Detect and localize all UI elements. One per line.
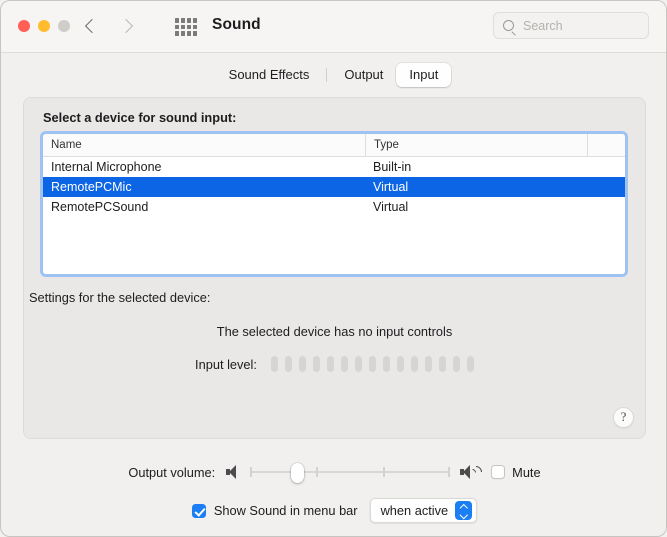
grid-dot	[193, 18, 197, 23]
grid-dot	[193, 25, 197, 30]
input-level-meter	[271, 356, 474, 372]
device-name: RemotePCMic	[43, 180, 365, 194]
device-table[interactable]: Name Type Internal Microphone Built-in R…	[43, 134, 625, 274]
show-sound-in-menubar-checkbox[interactable]	[192, 504, 206, 518]
device-list-focus-ring: Name Type Internal Microphone Built-in R…	[40, 131, 628, 277]
level-segment	[425, 356, 432, 372]
input-level-row: Input level:	[24, 356, 645, 372]
level-segment	[285, 356, 292, 372]
settings-label: Settings for the selected device:	[29, 290, 210, 305]
tab-input[interactable]: Input	[396, 63, 451, 87]
show-sound-in-menubar-label: Show Sound in menu bar	[214, 503, 358, 518]
output-volume-row: Output volume: Mute	[1, 463, 667, 481]
grid-dot	[181, 25, 185, 30]
window-titlebar: Sound	[1, 1, 666, 53]
slider-thumb[interactable]	[291, 463, 304, 483]
grid-dot	[175, 31, 179, 36]
popup-value: when active	[381, 503, 449, 518]
grid-dot	[187, 25, 191, 30]
level-segment	[369, 356, 376, 372]
tab-separator	[326, 68, 327, 82]
mute-control[interactable]: Mute	[491, 465, 540, 480]
grid-dot	[193, 31, 197, 36]
table-row[interactable]: RemotePCSound Virtual	[43, 197, 625, 217]
grid-dot	[187, 18, 191, 23]
grid-dot	[181, 18, 185, 23]
chevron-left-icon[interactable]	[82, 14, 100, 40]
level-segment	[383, 356, 390, 372]
level-segment	[313, 356, 320, 372]
device-type: Virtual	[365, 180, 587, 194]
content-panel: Select a device for sound input: Name Ty…	[23, 97, 646, 439]
input-level-label: Input level:	[195, 357, 257, 372]
tab-output[interactable]: Output	[331, 63, 396, 87]
menubar-visibility-popup[interactable]: when active	[370, 498, 478, 523]
speaker-high-icon	[459, 464, 475, 480]
device-name: Internal Microphone	[43, 160, 365, 174]
navigation-arrows	[82, 14, 136, 40]
slider-tick	[316, 467, 318, 477]
grid-dot	[187, 31, 191, 36]
table-empty-space	[43, 217, 625, 274]
level-segment	[327, 356, 334, 372]
output-volume-label: Output volume:	[128, 465, 215, 480]
column-header-extra[interactable]	[587, 134, 625, 156]
grid-dot	[175, 18, 179, 23]
device-type: Built-in	[365, 160, 587, 174]
chevron-up-down-icon[interactable]	[455, 501, 472, 520]
level-segment	[355, 356, 362, 372]
table-header-row: Name Type	[43, 134, 625, 157]
level-segment	[299, 356, 306, 372]
level-segment	[467, 356, 474, 372]
level-segment	[411, 356, 418, 372]
device-list-label: Select a device for sound input:	[43, 110, 236, 125]
table-row[interactable]: Internal Microphone Built-in	[43, 157, 625, 177]
slider-track	[250, 471, 450, 473]
search-icon	[503, 20, 514, 31]
grid-apps-icon[interactable]	[175, 18, 197, 36]
search-field[interactable]	[493, 12, 649, 39]
table-row[interactable]: RemotePCMic Virtual	[43, 177, 625, 197]
column-header-name[interactable]: Name	[43, 134, 365, 156]
grid-dot	[181, 31, 185, 36]
page-title: Sound	[212, 16, 261, 34]
tab-sound-effects[interactable]: Sound Effects	[216, 63, 323, 87]
mute-checkbox[interactable]	[491, 465, 505, 479]
column-header-type[interactable]: Type	[365, 134, 587, 156]
level-segment	[341, 356, 348, 372]
slider-tick	[383, 467, 385, 477]
level-segment	[397, 356, 404, 372]
zoom-button	[58, 20, 70, 32]
chevron-right-icon[interactable]	[118, 14, 136, 40]
help-button[interactable]: ?	[613, 407, 634, 428]
tab-bar: Sound Effects Output Input	[1, 53, 666, 97]
level-segment	[271, 356, 278, 372]
slider-tick	[250, 467, 252, 477]
level-segment	[439, 356, 446, 372]
slider-tick	[448, 467, 450, 477]
grid-dot	[175, 25, 179, 30]
close-button[interactable]	[18, 20, 30, 32]
search-input[interactable]	[521, 18, 631, 34]
mute-label: Mute	[512, 465, 540, 480]
no-input-controls-message: The selected device has no input control…	[24, 324, 645, 339]
level-segment	[453, 356, 460, 372]
minimize-button[interactable]	[38, 20, 50, 32]
output-volume-slider[interactable]	[250, 463, 450, 481]
traffic-lights	[18, 20, 70, 32]
device-type: Virtual	[365, 200, 587, 214]
tab-group: Sound Effects Output Input	[216, 63, 452, 87]
sound-preferences-window: Sound Sound Effects Output Input Select …	[0, 0, 667, 537]
show-sound-in-menubar-row: Show Sound in menu bar when active	[1, 498, 667, 523]
device-name: RemotePCSound	[43, 200, 365, 214]
speaker-low-icon	[225, 464, 241, 480]
